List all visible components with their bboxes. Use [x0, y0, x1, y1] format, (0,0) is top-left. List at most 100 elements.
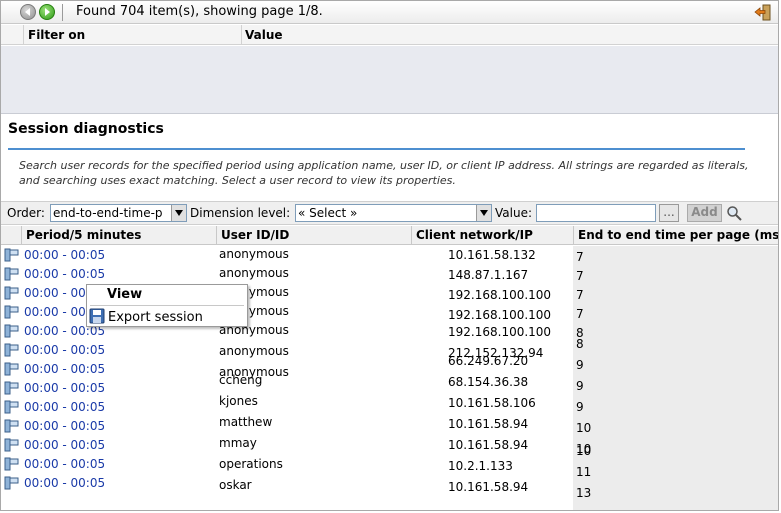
end-to-end-time-header[interactable]: End to end time per page (ms) — [573, 226, 778, 245]
session-record-icon[interactable] — [4, 380, 19, 395]
exit-icon[interactable] — [754, 4, 772, 21]
session-record-icon[interactable] — [4, 304, 19, 319]
dimension-level-select[interactable]: « Select » — [295, 204, 492, 222]
user-id-cell: kjones — [219, 394, 258, 408]
table-row[interactable]: 00:00 - 00:05 anonymous 66.249.67.20 9 — [1, 354, 778, 379]
client-ip-cell: 10.161.58.94 — [448, 438, 529, 452]
table-row[interactable]: 13 — [1, 486, 778, 510]
session-record-icon[interactable] — [4, 247, 19, 262]
table-row[interactable]: 00:00 - 00:05 matthew 10.161.58.94 10 — [1, 415, 778, 436]
table-row[interactable]: 00:00 - 00:05 mmay 10.161.58.94 10 — [1, 436, 778, 456]
add-button[interactable]: Add — [687, 204, 722, 222]
results-table-header: Period/5 minutes User ID/ID Client netwo… — [1, 226, 778, 245]
client-ip-cell: 10.161.58.94 — [448, 417, 529, 431]
user-id-cell: mmay — [219, 436, 257, 450]
session-record-icon[interactable] — [4, 361, 19, 376]
chevron-down-icon — [171, 205, 186, 221]
session-record-icon[interactable] — [4, 323, 19, 338]
period-link[interactable]: 00:00 - 00:05 — [24, 343, 105, 357]
session-record-icon[interactable] — [4, 456, 19, 471]
session-record-icon[interactable] — [4, 437, 19, 452]
table-row[interactable]: 00:00 - 00:05 oskar 10.161.58.94 11 — [1, 465, 778, 494]
context-menu-view[interactable]: View — [107, 287, 142, 302]
toolbar-separator — [62, 4, 63, 21]
end-time-cell: 8 — [576, 337, 584, 351]
session-record-icon[interactable] — [4, 399, 19, 414]
user-id-cell: anonymous — [219, 247, 289, 261]
session-record-icon[interactable] — [4, 266, 19, 281]
session-record-icon[interactable] — [4, 342, 19, 357]
user-id-cell: anonymous — [219, 344, 289, 358]
client-ip-cell: 10.2.1.133 — [448, 459, 513, 473]
filter-on-header: Filter on — [28, 28, 86, 42]
end-time-cell: 10 — [576, 421, 592, 435]
app-frame: Found 704 item(s), showing page 1/8. Fil… — [0, 0, 779, 511]
user-id-cell: anonymous — [219, 266, 289, 280]
period-link[interactable]: 00:00 - 00:05 — [24, 419, 105, 433]
user-id-cell: matthew — [219, 415, 273, 429]
floppy-disk-icon — [89, 308, 105, 324]
page-title: Session diagnostics — [8, 121, 164, 137]
period-link[interactable]: 00:00 - 00:05 — [24, 362, 105, 376]
arrow-left-icon — [25, 8, 30, 16]
column-divider — [241, 25, 242, 44]
table-row[interactable]: 00:00 - 00:05 operations 10.2.1.133 10 — [1, 444, 778, 474]
period-link[interactable]: 00:00 - 00:05 — [24, 267, 105, 281]
end-time-cell: 9 — [576, 379, 584, 393]
chevron-down-icon — [476, 205, 491, 221]
client-ip-cell: 68.154.36.38 — [448, 375, 529, 389]
client-network-header[interactable]: Client network/IP — [411, 226, 573, 245]
session-record-icon[interactable] — [4, 418, 19, 433]
user-id-cell: ccheng — [219, 373, 263, 387]
toolbar: Found 704 item(s), showing page 1/8. — [1, 1, 778, 24]
order-select[interactable]: end-to-end-time-p — [50, 204, 187, 222]
result-status: Found 704 item(s), showing page 1/8. — [76, 4, 323, 19]
user-id-header[interactable]: User ID/ID — [216, 226, 411, 245]
client-ip-cell: 10.161.58.132 — [448, 248, 536, 262]
session-record-icon[interactable] — [4, 285, 19, 300]
period-link[interactable]: 00:00 - 00:05 — [24, 457, 105, 471]
end-time-cell: 7 — [576, 250, 584, 264]
period-link[interactable]: 00:00 - 00:05 — [24, 476, 105, 490]
table-row[interactable]: 00:00 - 00:05 anonymous 148.87.1.167 7 — [1, 265, 778, 284]
session-record-icon[interactable] — [4, 475, 19, 490]
table-row[interactable]: 00:00 - 00:05 anonymous 212.152.132.94 8 — [1, 337, 778, 360]
client-ip-cell: 192.168.100.100 — [448, 325, 552, 339]
period-link[interactable]: 00:00 - 00:05 — [24, 438, 105, 452]
browse-button[interactable]: ... — [659, 204, 679, 222]
period-link[interactable]: 00:00 - 00:05 — [24, 248, 105, 262]
filter-header: Filter on Value — [1, 25, 778, 45]
end-time-cell: 9 — [576, 358, 584, 372]
client-ip-cell: 192.168.100.100 — [448, 308, 552, 322]
arrow-right-icon — [45, 8, 50, 16]
end-time-cell: 7 — [576, 307, 584, 321]
end-time-cell: 7 — [576, 269, 584, 283]
end-time-cell: 11 — [576, 465, 592, 479]
table-row[interactable]: 00:00 - 00:05 kjones 10.161.58.106 9 — [1, 394, 778, 417]
context-menu-separator — [90, 305, 244, 306]
period-link[interactable]: 00:00 - 00:05 — [24, 381, 105, 395]
title-divider — [8, 148, 745, 150]
period-header[interactable]: Period/5 minutes — [21, 226, 216, 245]
order-label: Order: — [7, 206, 45, 220]
value-input[interactable] — [536, 204, 656, 222]
end-time-cell: 13 — [576, 486, 592, 500]
value-label: Value: — [495, 206, 532, 220]
client-ip-cell: 10.161.58.106 — [448, 396, 536, 410]
client-ip-cell: 66.249.67.20 — [448, 354, 529, 368]
forward-button[interactable] — [39, 4, 55, 20]
value-header: Value — [245, 28, 283, 42]
table-row[interactable]: 00:00 - 00:05 anonymous 10.161.58.132 7 — [1, 246, 778, 265]
dimension-level-label: Dimension level: — [190, 206, 291, 220]
table-row[interactable]: 00:00 - 00:05 ccheng 68.154.36.38 9 — [1, 373, 778, 398]
context-menu-export-session[interactable]: Export session — [89, 308, 203, 325]
order-selected-value: end-to-end-time-p — [53, 206, 163, 220]
order-bar: Order: end-to-end-time-p Dimension level… — [1, 201, 778, 225]
search-icon[interactable] — [726, 205, 742, 221]
back-button[interactable] — [20, 4, 36, 20]
user-id-cell: oskar — [219, 478, 252, 492]
description-text: Search user records for the specified pe… — [19, 159, 749, 187]
user-id-cell: operations — [219, 457, 283, 471]
period-link[interactable]: 00:00 - 00:05 — [24, 400, 105, 414]
column-divider — [23, 25, 24, 44]
